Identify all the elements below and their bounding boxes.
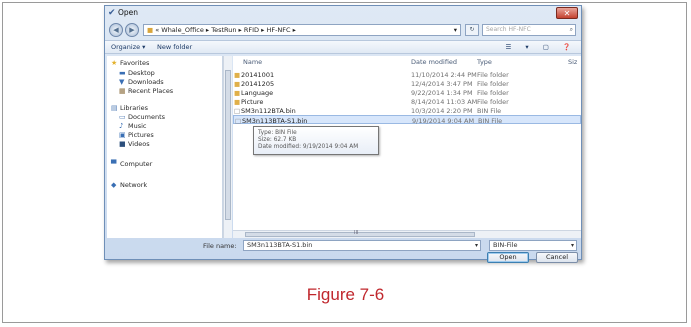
nav-item-downloads[interactable]: ▼ Downloads — [119, 78, 164, 86]
address-bar[interactable]: ■ « Whale_Office ▸ TestRun ▸ RFID ▸ HF-N… — [143, 24, 461, 36]
file-name-row: File name: SM3n113BTA-S1.bin ▾ BIN-File ▾ … — [105, 239, 581, 263]
close-button[interactable]: ✕ — [556, 7, 578, 19]
refresh-button[interactable]: ↻ — [465, 24, 479, 36]
file-list-hscrollbar[interactable]: III — [233, 230, 581, 238]
nav-item-computer[interactable]: ▀ Computer — [111, 160, 152, 168]
figure-caption: Figure 7-6 — [306, 285, 385, 304]
search-input[interactable]: Search HF-NFC ⌕ — [482, 24, 576, 36]
nav-item-pictures[interactable]: ▣ Pictures — [119, 131, 154, 139]
dialog-title: Open — [118, 8, 139, 17]
music-icon: ♪ — [119, 122, 124, 130]
star-icon: ★ — [111, 59, 118, 67]
pictures-icon: ▣ — [119, 131, 126, 139]
file-info-tooltip: Type: BIN File Size: 62.7 KB Date modifi… — [253, 126, 379, 155]
folder-icon: ■ — [234, 71, 241, 79]
chevron-down-icon[interactable]: ▾ — [571, 241, 574, 250]
file-name-label: File name: — [203, 242, 237, 250]
computer-icon: ▀ — [111, 160, 117, 168]
file-name-value: SM3n113BTA-S1.bin — [247, 241, 313, 249]
cancel-button[interactable]: Cancel — [536, 252, 578, 263]
column-header-date[interactable]: Date modified — [411, 58, 457, 66]
back-button[interactable]: ◀ — [109, 23, 123, 37]
file-row[interactable]: ■ 20141205 12/4/2014 3:47 PM File folder — [233, 79, 581, 88]
favorites-group[interactable]: ★ Favorites — [111, 59, 149, 67]
tooltip-date: Date modified: 9/19/2014 9:04 AM — [258, 144, 359, 150]
nav-item-recent-places[interactable]: ▦ Recent Places — [119, 87, 173, 95]
file-row[interactable]: ■ Picture 8/14/2014 11:03 AM File folder — [233, 97, 581, 106]
view-options-icons[interactable]: ☰ ▾ ▢ ❓ — [505, 43, 577, 51]
column-header-name[interactable]: Name — [243, 58, 262, 66]
scroll-grip-icon: III — [354, 230, 359, 236]
open-dialog-icon: ✔ — [108, 8, 116, 18]
hscroll-thumb[interactable]: III — [245, 230, 475, 237]
file-list-pane: Name Date modified Type Siz ■ 20141001 11/… — [233, 56, 581, 238]
file-row[interactable]: ■ 20141001 11/10/2014 2:44 PM File folder — [233, 70, 581, 79]
file-row-selected[interactable]: □ SM3n113BTA-S1.bin 9/19/2014 9:04 AM BIN F… — [233, 115, 581, 125]
folder-icon: ■ — [234, 89, 241, 97]
nav-item-documents[interactable]: ▭ Documents — [119, 113, 165, 121]
navigation-pane: ★ Favorites ▬ Desktop ▼ Downloads ▦ Recent P… — [107, 56, 223, 238]
file-name-input[interactable]: SM3n113BTA-S1.bin ▾ — [243, 240, 481, 251]
column-header-size[interactable]: Siz — [568, 58, 577, 66]
file-type-value: BIN-File — [493, 241, 518, 249]
network-icon: ◆ — [111, 181, 117, 189]
downloads-icon: ▼ — [119, 78, 125, 86]
forward-button[interactable]: ▶ — [125, 23, 139, 37]
file-row[interactable]: □ SM3n112BTA.bin 10/3/2014 2:20 PM BIN File — [233, 106, 581, 115]
address-dropdown-icon[interactable]: ▾ — [454, 25, 457, 35]
search-placeholder: Search HF-NFC — [486, 26, 531, 33]
folder-icon: ■ — [147, 26, 156, 34]
documents-icon: ▭ — [119, 113, 126, 121]
dialog-titlebar: ✔ Open ✕ — [105, 6, 581, 20]
file-type-select[interactable]: BIN-File ▾ — [489, 240, 577, 251]
videos-icon: ■ — [119, 140, 126, 148]
column-header-type[interactable]: Type — [477, 58, 492, 66]
nav-pane-scrollbar[interactable] — [223, 56, 232, 238]
address-row: ◀ ▶ ■ « Whale_Office ▸ TestRun ▸ RFID ▸ … — [105, 21, 581, 39]
library-icon: ▤ — [111, 104, 118, 112]
search-icon: ⌕ — [569, 26, 573, 33]
organize-menu[interactable]: Organize ▾ — [111, 43, 145, 51]
nav-item-desktop[interactable]: ▬ Desktop — [119, 69, 155, 77]
nav-item-music[interactable]: ♪ Music — [119, 122, 147, 130]
chevron-down-icon[interactable]: ▾ — [475, 241, 478, 250]
folder-icon: ■ — [234, 98, 241, 106]
command-toolbar: Organize ▾ New folder ☰ ▾ ▢ ❓ — [105, 40, 581, 54]
breadcrumb: « Whale_Office ▸ TestRun ▸ RFID ▸ HF-NFC… — [155, 26, 296, 34]
nav-item-videos[interactable]: ■ Videos — [119, 140, 150, 148]
file-icon: □ — [234, 107, 241, 115]
nav-item-network[interactable]: ◆ Network — [111, 181, 147, 189]
open-file-dialog: ✔ Open ✕ ◀ ▶ ■ « Whale_Office ▸ TestRun … — [104, 5, 582, 263]
folder-icon: ■ — [234, 80, 241, 88]
new-folder-button[interactable]: New folder — [157, 43, 192, 51]
desktop-icon: ▬ — [119, 69, 126, 77]
nav-scroll-thumb[interactable] — [225, 70, 231, 220]
libraries-group[interactable]: ▤ Libraries — [111, 104, 148, 112]
open-button[interactable]: Open — [487, 252, 529, 263]
file-icon: □ — [235, 117, 242, 125]
file-row[interactable]: ■ Language 9/22/2014 1:34 PM File folder — [233, 88, 581, 97]
recent-places-icon: ▦ — [119, 87, 126, 95]
